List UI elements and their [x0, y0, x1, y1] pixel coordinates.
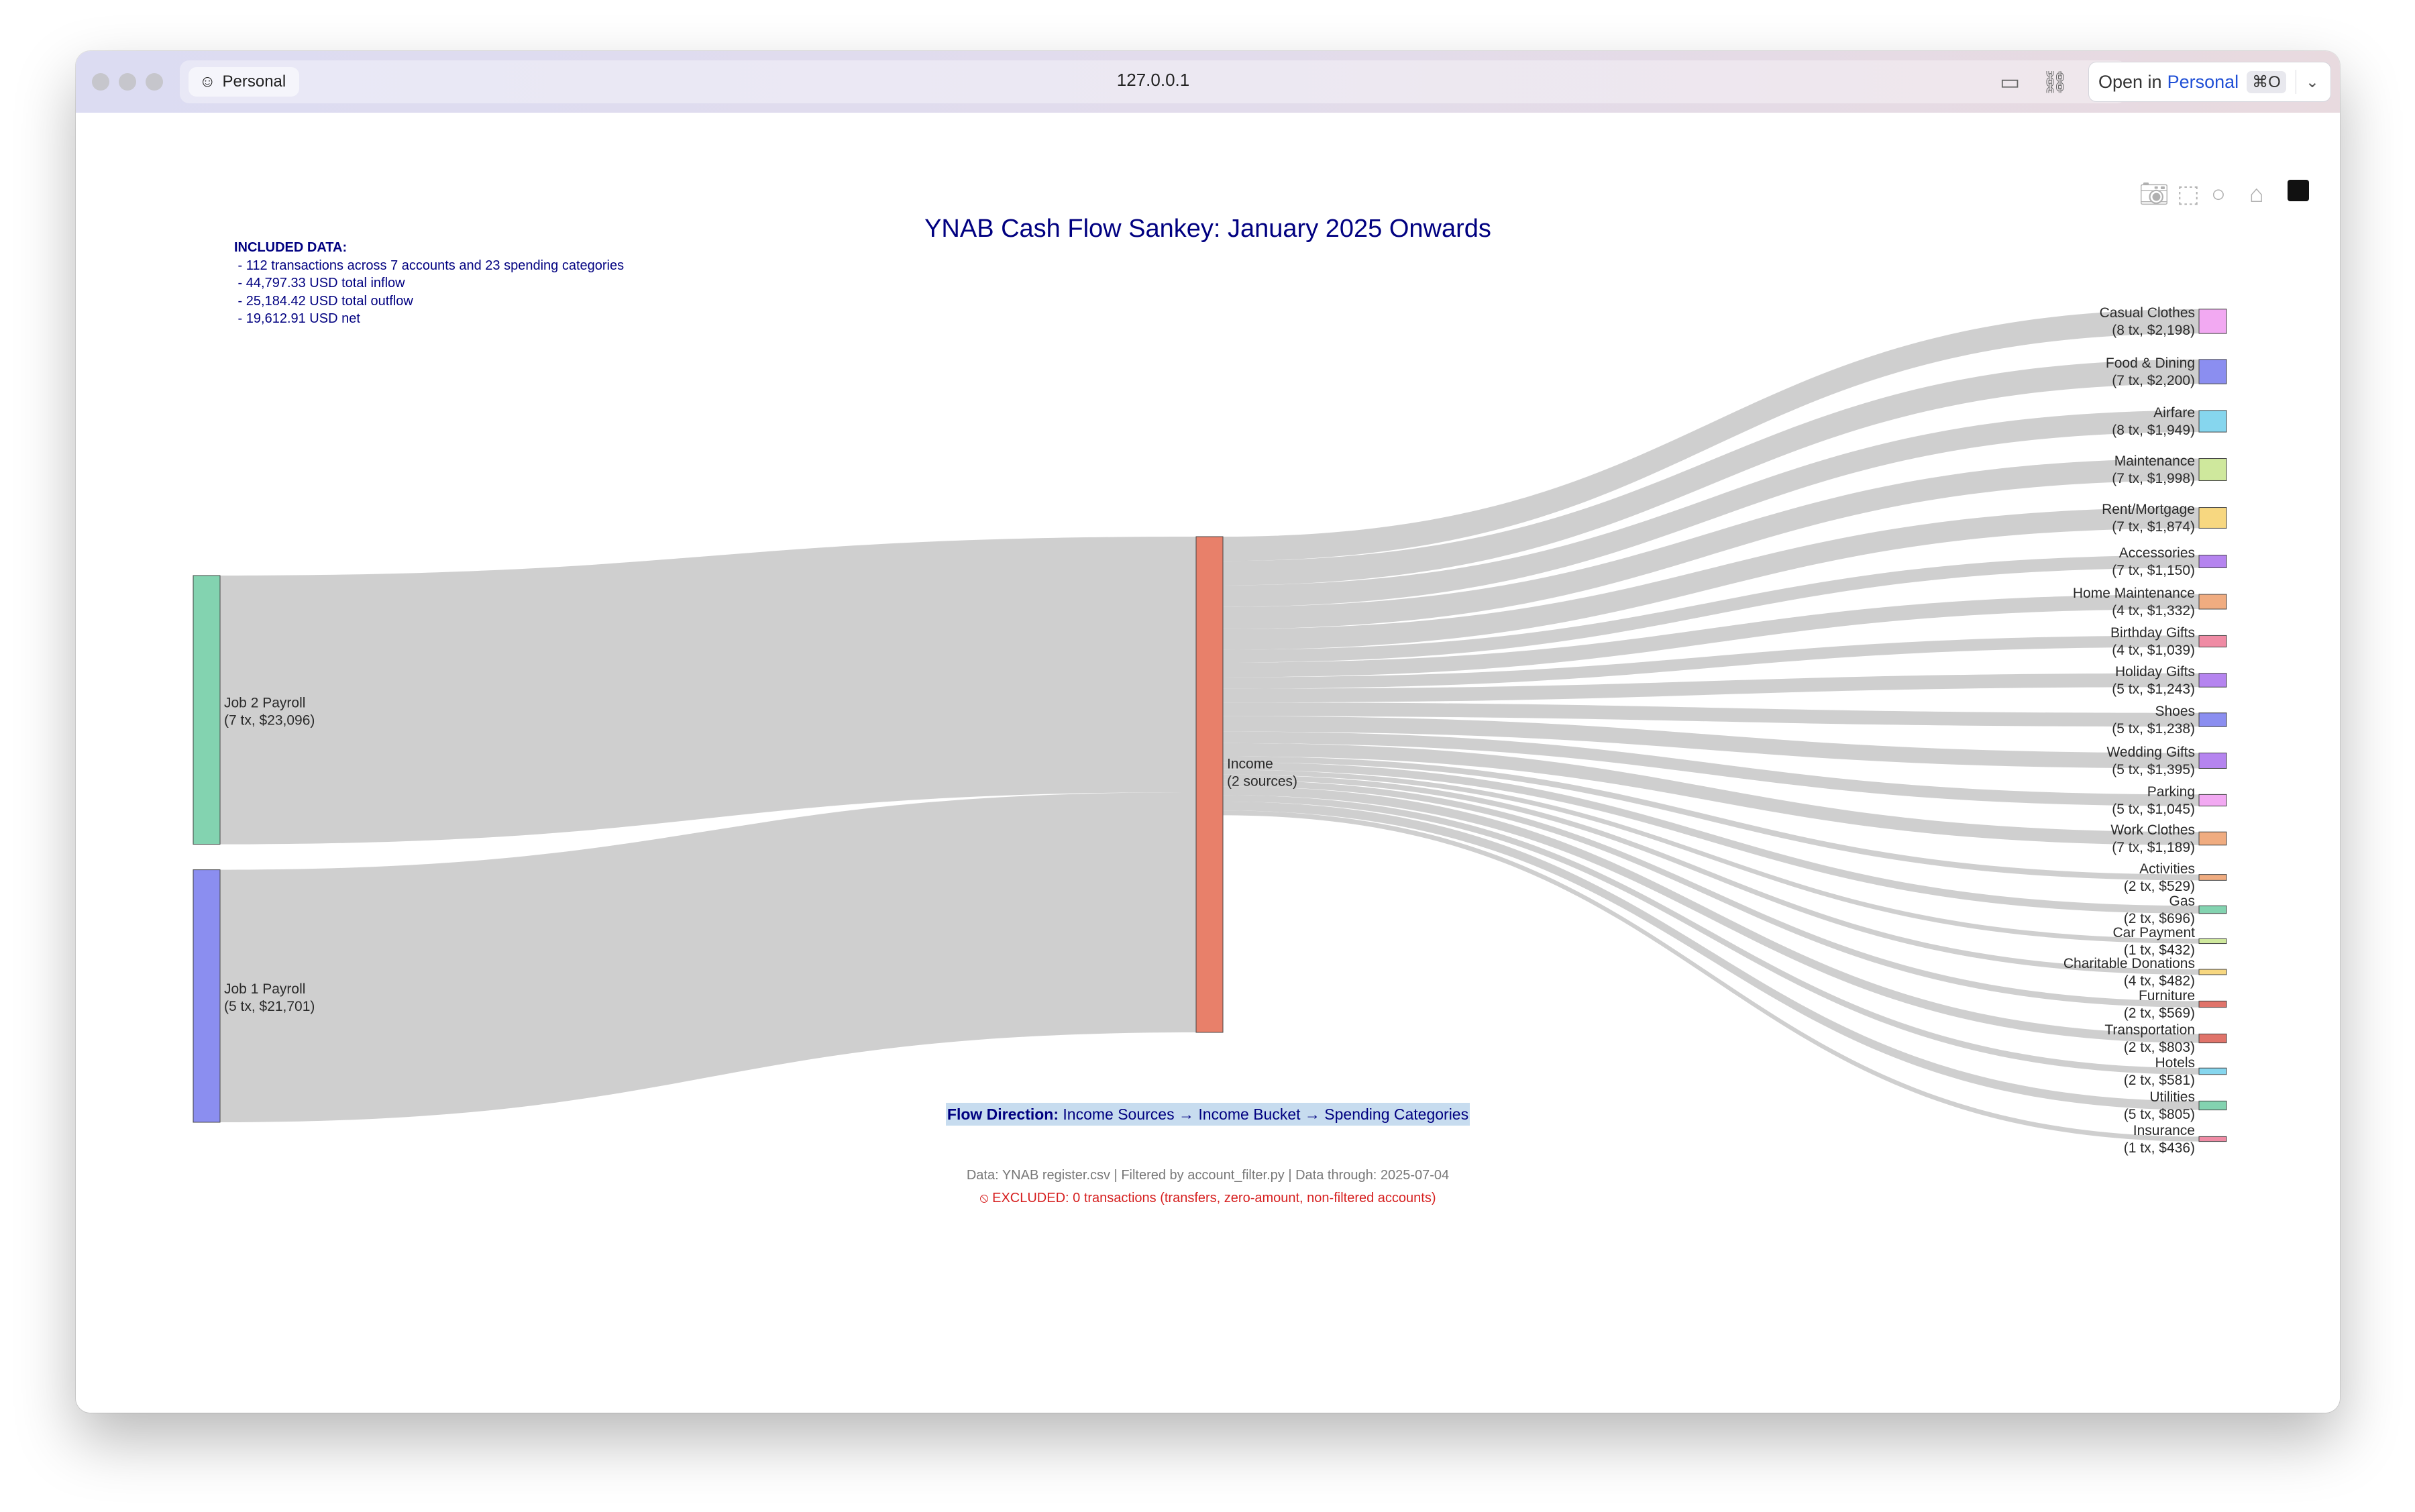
sankey-node-label: Job 2 Payroll	[224, 695, 305, 710]
sankey-node-label: Insurance	[2133, 1123, 2195, 1138]
sankey-node-furniture	[2198, 1000, 2227, 1008]
reader-mode-icon[interactable]: ▭	[2000, 70, 2020, 94]
sankey-node-label: (2 tx, $803)	[2124, 1040, 2195, 1055]
excluded-footer: ⦸ EXCLUDED: 0 transactions (transfers, z…	[76, 1191, 2340, 1206]
sankey-node-home-maintenance	[2198, 594, 2227, 610]
prohibited-icon: ⦸	[979, 1191, 993, 1205]
sankey-node-label: Income	[1227, 757, 1273, 772]
sankey-node-airfare	[2198, 410, 2227, 433]
sankey-node-work-clothes	[2198, 831, 2227, 846]
sankey-node-label: (5 tx, $1,243)	[2112, 682, 2195, 697]
sankey-node-label: Airfare	[2153, 405, 2195, 421]
sankey-node-label: Birthday Gifts	[2110, 625, 2195, 641]
browser-window: 127.0.0.1 ☺ Personal ▭ ⛓ Open in Persona…	[76, 51, 2340, 1413]
url-text: 127.0.0.1	[1116, 70, 1190, 90]
sankey-node-rent-mortgage	[2198, 507, 2227, 529]
sankey-node-hotels	[2198, 1067, 2227, 1075]
sankey-node-holiday-gifts	[2198, 673, 2227, 688]
sankey-node-label: (4 tx, $1,039)	[2112, 643, 2195, 658]
sankey-node-gas	[2198, 905, 2227, 914]
open-in-profile-button[interactable]: Open in Personal ⌘O ⌄	[2088, 62, 2331, 102]
sankey-node-wedding-gifts	[2198, 752, 2227, 769]
sankey-node-label: Furniture	[2139, 988, 2195, 1004]
data-source-footer: Data: YNAB register.csv | Filtered by ac…	[966, 1168, 1450, 1183]
sankey-node-label: Maintenance	[2114, 453, 2195, 469]
profile-face-icon: ☺	[199, 72, 216, 91]
sankey-node-label: (2 tx, $581)	[2124, 1073, 2195, 1088]
sankey-node-parking	[2198, 794, 2227, 807]
sankey-node-label: (1 tx, $436)	[2124, 1140, 2195, 1156]
sankey-node-label: (4 tx, $1,332)	[2112, 603, 2195, 618]
excluded-text: EXCLUDED: 0 transactions (transfers, zer…	[992, 1191, 1436, 1205]
sankey-chart: Job 2 Payroll (7 tx, $23,096) Job 1 Payrol…	[193, 305, 2227, 1156]
profile-switcher[interactable]: ☺ Personal	[189, 67, 300, 97]
sankey-node-income	[1195, 536, 1224, 1033]
sankey-node-label: Casual Clothes	[2100, 305, 2195, 321]
sankey-node-label: Accessories	[2119, 545, 2195, 561]
sankey-node-insurance	[2198, 1136, 2227, 1142]
open-in-profile-name: Personal	[2167, 71, 2239, 92]
sankey-node-label: Charitable Donations	[2063, 956, 2195, 971]
shortcut-badge: ⌘O	[2247, 70, 2286, 93]
sankey-node-label: (5 tx, $21,701)	[224, 999, 315, 1014]
sankey-node-birthday-gifts	[2198, 635, 2227, 648]
zoom-window-button[interactable]	[146, 73, 163, 91]
profile-label: Personal	[222, 72, 286, 91]
flow-direction-note: Flow Direction: Income Sources → Income …	[76, 1103, 2340, 1126]
sankey-node-label: (8 tx, $1,949)	[2112, 423, 2195, 438]
sankey-node-accessories	[2198, 555, 2227, 568]
sankey-node-casual-clothes	[2198, 309, 2227, 334]
sankey-node-activities	[2198, 874, 2227, 881]
sankey-node-charitable-donations	[2198, 969, 2227, 975]
sankey-node-label: (7 tx, $1,998)	[2112, 471, 2195, 486]
sankey-node-label: Transportation	[2104, 1022, 2195, 1038]
sankey-node-job-2-payroll	[193, 575, 221, 845]
sankey-node-label: Holiday Gifts	[2115, 664, 2195, 680]
minimize-window-button[interactable]	[119, 73, 136, 91]
flow-direction-label: Flow Direction:	[947, 1105, 1059, 1123]
sankey-node-car-payment	[2198, 938, 2227, 944]
chevron-down-icon[interactable]: ⌄	[2306, 72, 2319, 92]
sankey-node-label: (2 sources)	[1227, 774, 1297, 790]
sankey-node-label: (8 tx, $2,198)	[2112, 323, 2195, 338]
sankey-node-label: (5 tx, $1,395)	[2112, 762, 2195, 777]
browser-titlebar: 127.0.0.1 ☺ Personal ▭ ⛓ Open in Persona…	[76, 51, 2340, 113]
sankey-node-label: Utilities	[2149, 1089, 2195, 1105]
sankey-node-label: Parking	[2147, 784, 2195, 800]
sankey-node-label: (2 tx, $569)	[2124, 1006, 2195, 1021]
sankey-node-label: Gas	[2169, 894, 2195, 909]
sankey-node-label: (4 tx, $482)	[2124, 973, 2195, 989]
sankey-node-label: (7 tx, $1,874)	[2112, 519, 2195, 535]
sankey-node-label: Food & Dining	[2106, 356, 2195, 371]
open-in-label: Open in	[2098, 71, 2162, 92]
sankey-node-label: (2 tx, $696)	[2124, 911, 2195, 926]
sankey-node-label: Activities	[2139, 861, 2195, 877]
sankey-node-label: (7 tx, $2,200)	[2112, 373, 2195, 388]
page-content: 📷︎ ⬚ ○ ⌂ INCLUDED DATA: - 112 transactio…	[76, 113, 2340, 1413]
sankey-node-food-dining	[2198, 359, 2227, 384]
sankey-node-label: Rent/Mortgage	[2102, 502, 2195, 517]
sankey-node-shoes	[2198, 712, 2227, 727]
sankey-node-label: Work Clothes	[2110, 822, 2195, 838]
sankey-node-label: (2 tx, $529)	[2124, 879, 2195, 894]
sankey-node-label: (7 tx, $1,150)	[2112, 563, 2195, 578]
sankey-node-label: Job 1 Payroll	[224, 981, 305, 997]
sankey-node-transportation	[2198, 1033, 2227, 1044]
address-bar[interactable]: 127.0.0.1	[180, 60, 2127, 103]
flow-direction-text: Income Sources → Income Bucket → Spendin…	[1059, 1105, 1469, 1123]
sankey-node-job-1-payroll	[193, 869, 221, 1123]
sankey-node-label: (7 tx, $1,189)	[2112, 840, 2195, 855]
sankey-node-maintenance	[2198, 458, 2227, 481]
sankey-node-label: Shoes	[2155, 704, 2195, 719]
sankey-node-label: Home Maintenance	[2073, 586, 2195, 601]
copy-link-icon[interactable]: ⛓	[2041, 70, 2069, 94]
sankey-node-label: (5 tx, $1,045)	[2112, 802, 2195, 817]
close-window-button[interactable]	[92, 73, 109, 91]
sankey-node-label: Car Payment	[2112, 925, 2195, 940]
sankey-node-label: Wedding Gifts	[2106, 745, 2195, 760]
sankey-node-label: (5 tx, $1,238)	[2112, 721, 2195, 737]
sankey-node-label: (7 tx, $23,096)	[224, 712, 315, 728]
sankey-node-label: Hotels	[2155, 1055, 2195, 1071]
